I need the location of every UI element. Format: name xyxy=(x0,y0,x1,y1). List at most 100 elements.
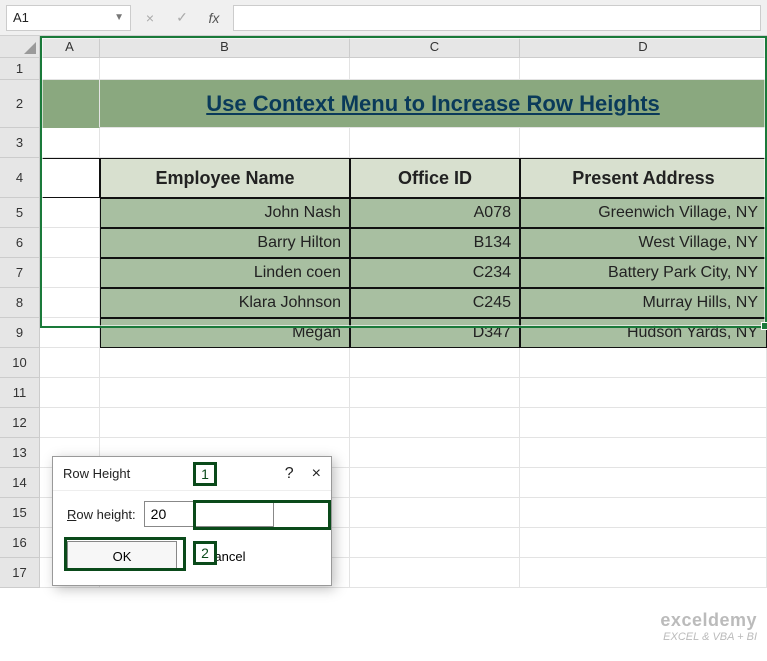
table-header[interactable]: Present Address xyxy=(520,158,767,198)
close-icon[interactable]: × xyxy=(312,465,321,483)
col-header-B[interactable]: B xyxy=(100,36,350,58)
row-header[interactable]: 9 xyxy=(0,318,40,348)
row-header[interactable]: 13 xyxy=(0,438,40,468)
row-header[interactable]: 10 xyxy=(0,348,40,378)
cell[interactable] xyxy=(350,348,520,378)
cell[interactable] xyxy=(520,438,767,468)
cell[interactable] xyxy=(520,558,767,588)
cell-office-id[interactable]: C245 xyxy=(350,288,520,318)
ok-button[interactable]: OK xyxy=(67,541,177,571)
row-header[interactable]: 3 xyxy=(0,128,40,158)
cell-address[interactable]: Murray Hills, NY xyxy=(520,288,767,318)
cell-office-id[interactable]: B134 xyxy=(350,228,520,258)
row-header[interactable]: 16 xyxy=(0,528,40,558)
table-row: 7 Linden coen C234 Battery Park City, NY xyxy=(0,258,767,288)
cell[interactable] xyxy=(520,468,767,498)
row-height-input[interactable] xyxy=(144,501,274,527)
cell[interactable] xyxy=(40,128,100,158)
cell[interactable] xyxy=(520,128,767,158)
cell-address[interactable]: Greenwich Village, NY xyxy=(520,198,767,228)
row-height-label: Row height: xyxy=(67,507,136,522)
cell-address[interactable]: West Village, NY xyxy=(520,228,767,258)
fx-button[interactable]: fx xyxy=(201,5,227,31)
table-row: 6 Barry Hilton B134 West Village, NY xyxy=(0,228,767,258)
cell[interactable] xyxy=(40,258,100,288)
cell[interactable] xyxy=(520,58,767,80)
name-box-value: A1 xyxy=(13,10,29,25)
col-header-D[interactable]: D xyxy=(520,36,767,58)
row-header[interactable]: 15 xyxy=(0,498,40,528)
cell-employee[interactable]: Klara Johnson xyxy=(100,288,350,318)
cell[interactable] xyxy=(350,468,520,498)
formula-cancel-button: × xyxy=(137,5,163,31)
row-header[interactable]: 7 xyxy=(0,258,40,288)
row-header[interactable]: 11 xyxy=(0,378,40,408)
col-header-C[interactable]: C xyxy=(350,36,520,58)
cell[interactable] xyxy=(40,80,100,128)
cell[interactable] xyxy=(100,128,350,158)
cell-address[interactable]: Battery Park City, NY xyxy=(520,258,767,288)
cell[interactable] xyxy=(40,318,100,348)
name-box[interactable]: A1 ▼ xyxy=(6,5,131,31)
cell[interactable] xyxy=(350,528,520,558)
select-all-corner[interactable] xyxy=(0,36,40,58)
table-header[interactable]: Employee Name xyxy=(100,158,350,198)
cell[interactable] xyxy=(350,378,520,408)
cell[interactable] xyxy=(40,58,100,80)
help-icon[interactable]: ? xyxy=(285,465,294,483)
title-cell[interactable]: Use Context Menu to Increase Row Heights xyxy=(100,80,767,128)
cell-office-id[interactable]: A078 xyxy=(350,198,520,228)
cell[interactable] xyxy=(40,378,100,408)
dialog-titlebar[interactable]: Row Height ? × xyxy=(53,457,331,491)
cell[interactable] xyxy=(520,348,767,378)
cell[interactable] xyxy=(350,498,520,528)
cell[interactable] xyxy=(40,288,100,318)
cell[interactable] xyxy=(350,58,520,80)
row-header[interactable]: 17 xyxy=(0,558,40,588)
watermark-tagline: EXCEL & VBA + BI xyxy=(660,631,757,643)
table-header[interactable]: Office ID xyxy=(350,158,520,198)
row-header[interactable]: 1 xyxy=(0,58,40,80)
row-header[interactable]: 4 xyxy=(0,158,40,198)
cell[interactable] xyxy=(350,128,520,158)
cell-office-id[interactable]: C234 xyxy=(350,258,520,288)
cell[interactable] xyxy=(520,498,767,528)
row-header[interactable]: 12 xyxy=(0,408,40,438)
row-header[interactable]: 6 xyxy=(0,228,40,258)
row-header[interactable]: 14 xyxy=(0,468,40,498)
cancel-button[interactable]: Cancel xyxy=(205,541,245,571)
row-header[interactable]: 5 xyxy=(0,198,40,228)
row-header[interactable]: 2 xyxy=(0,80,40,128)
cell-employee[interactable]: Barry Hilton xyxy=(100,228,350,258)
cell[interactable] xyxy=(520,528,767,558)
cell[interactable] xyxy=(100,348,350,378)
cell-employee[interactable]: Megan xyxy=(100,318,350,348)
cell-office-id[interactable]: D347 xyxy=(350,318,520,348)
formula-input[interactable] xyxy=(233,5,761,31)
formula-confirm-button: ✓ xyxy=(169,5,195,31)
table-row: 5 John Nash A078 Greenwich Village, NY xyxy=(0,198,767,228)
cell[interactable] xyxy=(100,378,350,408)
cell-employee[interactable]: Linden coen xyxy=(100,258,350,288)
cell[interactable] xyxy=(520,378,767,408)
cell[interactable] xyxy=(520,408,767,438)
table-row: 8 Klara Johnson C245 Murray Hills, NY xyxy=(0,288,767,318)
cell-address[interactable]: Hudson Yards, NY xyxy=(520,318,767,348)
cell[interactable] xyxy=(350,558,520,588)
cell[interactable] xyxy=(40,348,100,378)
cell-employee[interactable]: John Nash xyxy=(100,198,350,228)
row-header[interactable]: 8 xyxy=(0,288,40,318)
grid-row: 2 Use Context Menu to Increase Row Heigh… xyxy=(0,80,767,128)
cell[interactable] xyxy=(350,438,520,468)
watermark-brand: exceldemy xyxy=(660,611,757,631)
cell[interactable] xyxy=(40,198,100,228)
cell[interactable] xyxy=(100,58,350,80)
row-height-dialog: Row Height ? × Row height: OK Cancel 1 2 xyxy=(52,456,332,586)
cell[interactable] xyxy=(40,408,100,438)
cell[interactable] xyxy=(40,228,100,258)
cell[interactable] xyxy=(100,408,350,438)
col-header-A[interactable]: A xyxy=(40,36,100,58)
cell[interactable] xyxy=(40,158,100,198)
chevron-down-icon[interactable]: ▼ xyxy=(114,12,124,23)
cell[interactable] xyxy=(350,408,520,438)
